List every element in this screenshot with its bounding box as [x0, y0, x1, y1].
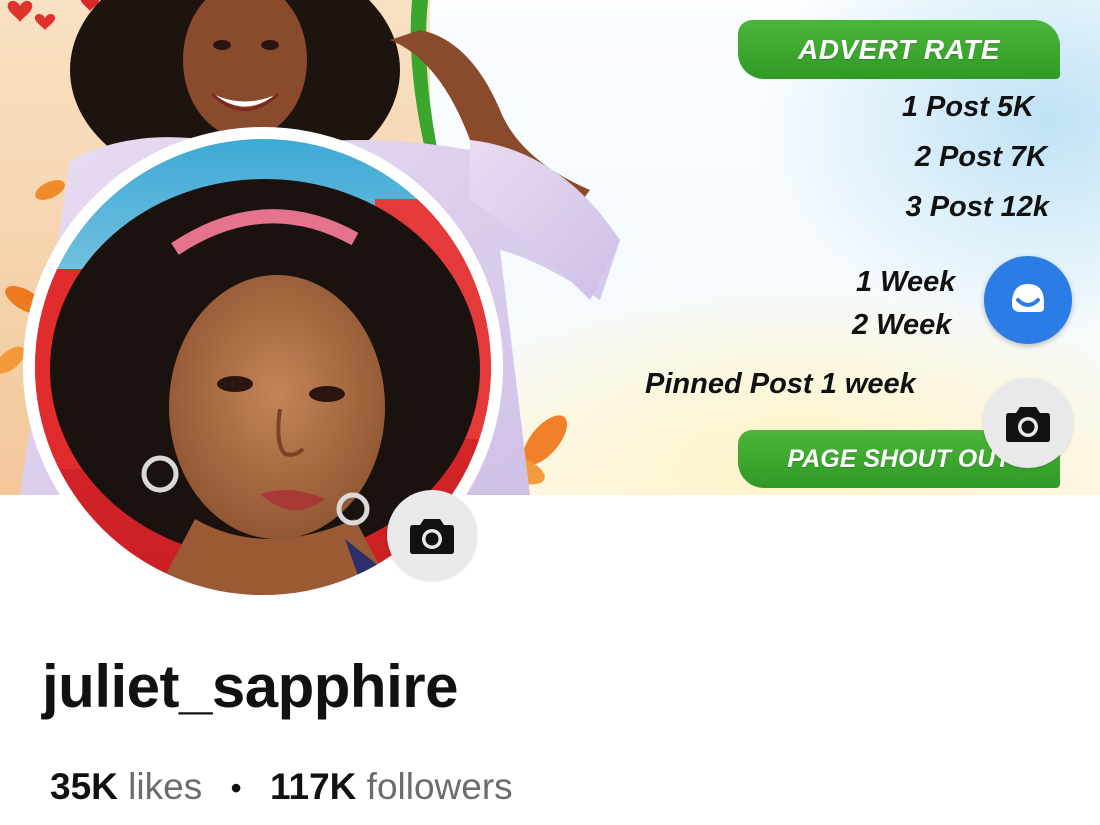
rate-line-2: 2 Post 7K [914, 141, 1047, 173]
advert-rate-banner: ADVERT RATE [738, 20, 1060, 79]
rate-line-6: Pinned Post 1 week [645, 368, 916, 400]
rate-line-5: 2 Week [852, 309, 952, 341]
assistant-button[interactable] [984, 256, 1072, 344]
edit-profile-photo-button[interactable] [387, 490, 477, 580]
likes-count: 35K [50, 766, 118, 807]
profile-stats: 35K likes • 117K followers [50, 766, 513, 808]
rate-line-1: 1 Post 5K [901, 91, 1034, 123]
stats-separator: • [230, 770, 242, 806]
profile-username: juliet_sapphire [42, 653, 458, 720]
rate-line-3: 3 Post 12k [905, 191, 1049, 223]
assistant-chat-icon [1012, 284, 1044, 312]
followers-label[interactable]: followers [367, 766, 513, 807]
likes-label: likes [128, 766, 203, 807]
camera-icon [1006, 407, 1050, 442]
followers-count[interactable]: 117K [270, 766, 356, 807]
camera-icon [410, 519, 454, 554]
rate-line-4: 1 Week [856, 266, 956, 298]
edit-cover-photo-button[interactable] [983, 378, 1073, 468]
